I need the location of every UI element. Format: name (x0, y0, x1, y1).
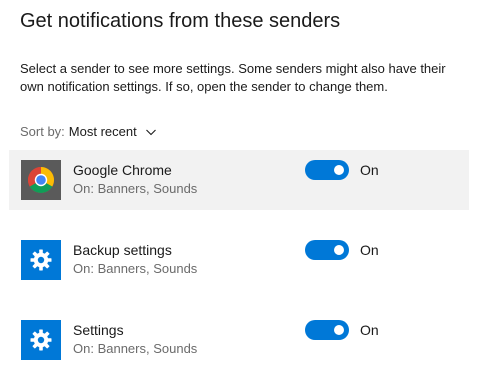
gear-icon (21, 240, 61, 280)
toggle-state-label: On (360, 162, 379, 178)
sender-name: Backup settings (73, 242, 172, 258)
sort-label: Sort by: (20, 124, 65, 139)
chrome-icon (21, 160, 61, 200)
sender-status: On: Banners, Sounds (73, 341, 198, 356)
gear-icon (21, 320, 61, 360)
toggle-state-label: On (360, 322, 379, 338)
sender-status: On: Banners, Sounds (73, 181, 198, 196)
notification-senders-page: Get notifications from these senders Sel… (0, 0, 479, 382)
sender-row-settings[interactable]: Settings On: Banners, Sounds On (9, 310, 469, 370)
senders-description: Select a sender to see more settings. So… (20, 61, 446, 94)
sender-row-google-chrome[interactable]: Google Chrome On: Banners, Sounds On (9, 150, 469, 210)
chevron-down-icon (145, 129, 156, 135)
notifications-toggle-settings[interactable] (305, 320, 349, 340)
sender-status: On: Banners, Sounds (73, 261, 198, 276)
notifications-toggle-backup-settings[interactable] (305, 240, 349, 260)
toggle-knob (334, 325, 344, 335)
sort-dropdown[interactable]: Sort by: Most recent (20, 124, 157, 139)
toggle-knob (334, 245, 344, 255)
sender-name: Settings (73, 322, 124, 338)
notifications-toggle-google-chrome[interactable] (305, 160, 349, 180)
toggle-state-label: On (360, 242, 379, 258)
sender-row-backup-settings[interactable]: Backup settings On: Banners, Sounds On (9, 230, 469, 290)
page-title: Get notifications from these senders (20, 10, 341, 32)
toggle-knob (334, 165, 344, 175)
sort-value: Most recent (68, 124, 137, 139)
sender-name: Google Chrome (73, 162, 172, 178)
